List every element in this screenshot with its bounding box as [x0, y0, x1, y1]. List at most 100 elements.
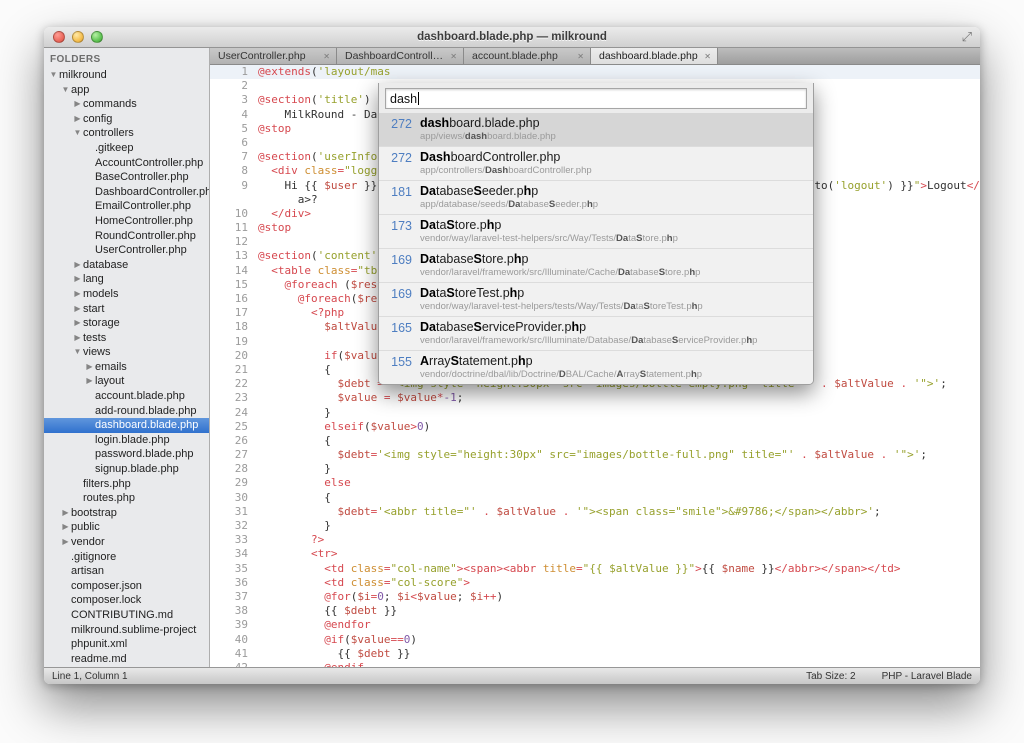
tab-close-icon[interactable]: ✕: [321, 52, 332, 61]
fullscreen-icon[interactable]: ⤢: [962, 29, 972, 45]
sidebar-item-filters-php[interactable]: filters.php: [44, 477, 209, 492]
sidebar-item-login-blade-php[interactable]: login.blade.php: [44, 433, 209, 448]
sidebar-item-controllers[interactable]: ▼controllers: [44, 126, 209, 141]
code-line-30[interactable]: 30 {: [210, 491, 980, 505]
sidebar-item-artisan[interactable]: artisan: [44, 564, 209, 579]
sidebar-item-app[interactable]: ▼app: [44, 83, 209, 98]
folder-open-icon[interactable]: ▼: [72, 126, 83, 141]
tab-usercontroller-php[interactable]: UserController.php✕: [210, 48, 337, 64]
folder-closed-icon[interactable]: ▶: [72, 316, 83, 331]
folder-closed-icon[interactable]: ▶: [72, 272, 83, 287]
sidebar-item-layout[interactable]: ▶layout: [44, 374, 209, 389]
sidebar-item--gitignore[interactable]: .gitignore: [44, 550, 209, 565]
sidebar-item-homecontroller-php[interactable]: HomeController.php: [44, 214, 209, 229]
code-line-35[interactable]: 35 <td class="col-name"><span><abbr titl…: [210, 562, 980, 576]
tab-account-blade-php[interactable]: account.blade.php✕: [464, 48, 591, 64]
title-bar[interactable]: dashboard.blade.php — milkround ⤢: [44, 27, 980, 48]
tab-close-icon[interactable]: ✕: [575, 52, 586, 61]
goto-result-row[interactable]: 155ArrayStatement.phpvendor/doctrine/dba…: [379, 350, 813, 384]
sidebar-item-views[interactable]: ▼views: [44, 345, 209, 360]
sidebar-item-models[interactable]: ▶models: [44, 287, 209, 302]
tab-dashboard-blade-php[interactable]: dashboard.blade.php✕: [591, 48, 718, 64]
tab-close-icon[interactable]: ✕: [448, 52, 459, 61]
sidebar-item-composer-lock[interactable]: composer.lock: [44, 593, 209, 608]
sidebar-item-lang[interactable]: ▶lang: [44, 272, 209, 287]
sidebar-item-dashboardcontroller-php[interactable]: DashboardController.php: [44, 185, 209, 200]
code-line-24[interactable]: 24 }: [210, 406, 980, 420]
tab-dashboardcontroller-php[interactable]: DashboardController.php✕: [337, 48, 464, 64]
sidebar-item-account-blade-php[interactable]: account.blade.php: [44, 389, 209, 404]
zoom-window-button[interactable]: [91, 31, 103, 43]
code-line-40[interactable]: 40 @if($value==0): [210, 633, 980, 647]
sidebar-item-milkround[interactable]: ▼milkround: [44, 68, 209, 83]
folder-open-icon[interactable]: ▼: [72, 345, 83, 360]
code-line-32[interactable]: 32 }: [210, 519, 980, 533]
code-line-26[interactable]: 26 {: [210, 434, 980, 448]
sidebar-item-public[interactable]: ▶public: [44, 520, 209, 535]
sidebar-item-composer-json[interactable]: composer.json: [44, 579, 209, 594]
code-line-37[interactable]: 37 @for($i=0; $i<$value; $i++): [210, 590, 980, 604]
sidebar-item-emailcontroller-php[interactable]: EmailController.php: [44, 199, 209, 214]
code-line-33[interactable]: 33 ?>: [210, 533, 980, 547]
tab-size-indicator[interactable]: Tab Size: 2: [806, 671, 855, 682]
sidebar-item-milkround-sublime-project[interactable]: milkround.sublime-project: [44, 623, 209, 638]
sidebar-item-readme-md[interactable]: readme.md: [44, 652, 209, 667]
code-line-1[interactable]: 1@extends('layout/mas: [210, 65, 980, 79]
goto-result-row[interactable]: 272dashboard.blade.phpapp/views/dashboar…: [379, 113, 813, 146]
code-line-29[interactable]: 29 else: [210, 476, 980, 490]
goto-result-row[interactable]: 181DatabaseSeeder.phpapp/database/seeds/…: [379, 180, 813, 214]
folder-closed-icon[interactable]: ▶: [72, 302, 83, 317]
code-line-39[interactable]: 39 @endfor: [210, 618, 980, 632]
folder-closed-icon[interactable]: ▶: [72, 287, 83, 302]
sidebar-item-tests[interactable]: ▶tests: [44, 331, 209, 346]
folder-closed-icon[interactable]: ▶: [72, 97, 83, 112]
code-line-42[interactable]: 42 @endif: [210, 661, 980, 667]
goto-result-row[interactable]: 165DatabaseServiceProvider.phpvendor/lar…: [379, 316, 813, 350]
sidebar-item-commands[interactable]: ▶commands: [44, 97, 209, 112]
goto-result-row[interactable]: 173DataStore.phpvendor/way/laravel-test-…: [379, 214, 813, 248]
folder-closed-icon[interactable]: ▶: [84, 374, 95, 389]
sidebar-item-emails[interactable]: ▶emails: [44, 360, 209, 375]
folder-open-icon[interactable]: ▼: [60, 83, 71, 98]
code-line-36[interactable]: 36 <td class="col-score">: [210, 576, 980, 590]
goto-result-row[interactable]: 169DataStoreTest.phpvendor/way/laravel-t…: [379, 282, 813, 316]
sidebar-item-phpunit-xml[interactable]: phpunit.xml: [44, 637, 209, 652]
code-line-25[interactable]: 25 elseif($value>0): [210, 420, 980, 434]
sidebar-item--gitkeep[interactable]: .gitkeep: [44, 141, 209, 156]
sidebar-item-contributing-md[interactable]: CONTRIBUTING.md: [44, 608, 209, 623]
folder-closed-icon[interactable]: ▶: [72, 331, 83, 346]
folder-open-icon[interactable]: ▼: [48, 68, 59, 83]
sidebar-item-bootstrap[interactable]: ▶bootstrap: [44, 506, 209, 521]
goto-result-row[interactable]: 169DatabaseStore.phpvendor/laravel/frame…: [379, 248, 813, 282]
sidebar-item-vendor[interactable]: ▶vendor: [44, 535, 209, 550]
code-line-38[interactable]: 38 {{ $debt }}: [210, 604, 980, 618]
sidebar-item-routes-php[interactable]: routes.php: [44, 491, 209, 506]
folder-closed-icon[interactable]: ▶: [60, 520, 71, 535]
sidebar-item-basecontroller-php[interactable]: BaseController.php: [44, 170, 209, 185]
close-window-button[interactable]: [53, 31, 65, 43]
sidebar-item-signup-blade-php[interactable]: signup.blade.php: [44, 462, 209, 477]
sidebar-item-start[interactable]: ▶start: [44, 302, 209, 317]
sidebar-item-database[interactable]: ▶database: [44, 258, 209, 273]
syntax-indicator[interactable]: PHP - Laravel Blade: [882, 671, 972, 682]
code-line-34[interactable]: 34 <tr>: [210, 547, 980, 561]
code-line-27[interactable]: 27 $debt='<img style="height:30px" src="…: [210, 448, 980, 462]
folder-closed-icon[interactable]: ▶: [72, 112, 83, 127]
sidebar-item-add-round-blade-php[interactable]: add-round.blade.php: [44, 404, 209, 419]
sidebar-item-roundcontroller-php[interactable]: RoundController.php: [44, 229, 209, 244]
goto-anything-input[interactable]: dash: [385, 88, 807, 109]
minimize-window-button[interactable]: [72, 31, 84, 43]
folder-closed-icon[interactable]: ▶: [60, 535, 71, 550]
goto-result-row[interactable]: 272DashboardController.phpapp/controller…: [379, 146, 813, 180]
code-line-31[interactable]: 31 $debt='<abbr title="' . $altValue . '…: [210, 505, 980, 519]
sidebar-item-usercontroller-php[interactable]: UserController.php: [44, 243, 209, 258]
folder-closed-icon[interactable]: ▶: [60, 506, 71, 521]
tab-close-icon[interactable]: ✕: [702, 52, 713, 61]
sidebar-item-storage[interactable]: ▶storage: [44, 316, 209, 331]
sidebar-item-password-blade-php[interactable]: password.blade.php: [44, 447, 209, 462]
code-line-28[interactable]: 28 }: [210, 462, 980, 476]
folder-closed-icon[interactable]: ▶: [84, 360, 95, 375]
sidebar-item-accountcontroller-php[interactable]: AccountController.php: [44, 156, 209, 171]
folder-closed-icon[interactable]: ▶: [72, 258, 83, 273]
code-line-41[interactable]: 41 {{ $debt }}: [210, 647, 980, 661]
